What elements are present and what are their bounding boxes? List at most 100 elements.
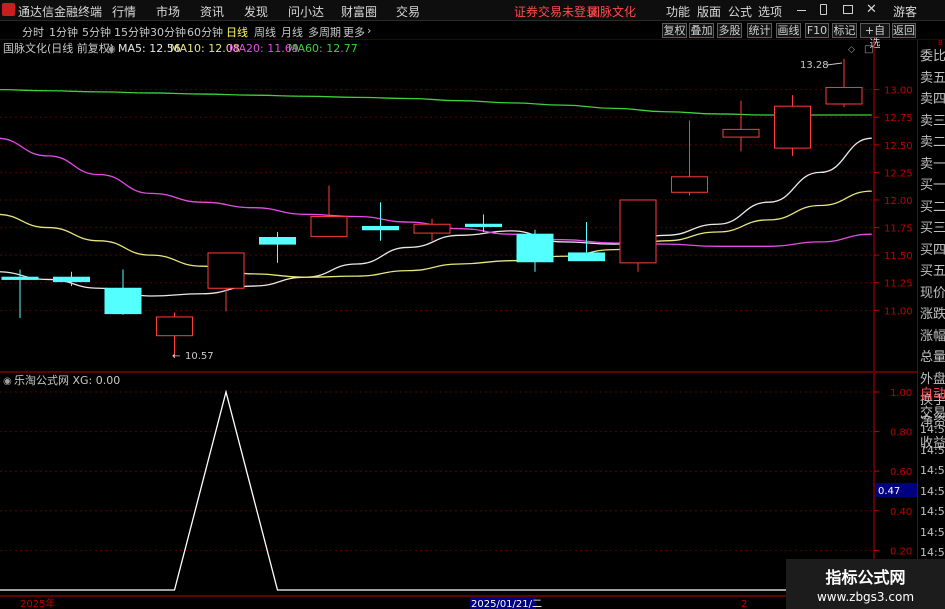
candle-body	[310, 216, 348, 237]
period-fenshi[interactable]: 分时	[22, 24, 44, 40]
main-chart-title: 国脉文化(日线 前复权)	[3, 41, 114, 55]
period-daily[interactable]: 日线	[226, 24, 248, 40]
candle	[722, 100, 760, 152]
period-60min[interactable]: 60分钟	[187, 24, 223, 40]
low-price-label: 10.57	[185, 351, 214, 362]
candle-body	[825, 86, 863, 105]
menu-caifuquan[interactable]: 财富圈	[341, 3, 377, 20]
tongji-button[interactable]: 统计	[747, 23, 772, 38]
menu-wenxiaoda[interactable]: 问小达	[288, 3, 324, 20]
add-watchlist-button[interactable]: +自选	[860, 23, 890, 50]
period-weekly[interactable]: 周线	[254, 24, 276, 40]
menu-jiaoyi[interactable]: 交易	[396, 3, 420, 20]
sub-y-labels: 1.00 0.80 0.60 0.40 0.20	[890, 388, 912, 557]
quote-field-1: 卖五	[920, 70, 945, 86]
quote-field-2: 卖四	[920, 92, 945, 107]
menu-gongneng[interactable]: 功能	[666, 3, 690, 20]
candle	[207, 252, 245, 312]
quote-field-21: 14:56	[920, 423, 945, 436]
main-y-tick-label: 11.75	[884, 224, 913, 235]
candle-body	[53, 276, 90, 283]
period-toolbar: 分时 1分钟 5分钟 15分钟 30分钟 60分钟 日线 周线 月线 多周期 更…	[0, 21, 945, 50]
biaoji-button[interactable]: 标记	[832, 23, 857, 38]
login-notice[interactable]: 证券交易未登录	[514, 3, 598, 20]
f10-button[interactable]: F10	[805, 23, 829, 38]
sub-y-tick-label: 0.40	[890, 507, 912, 518]
quote-field-27: 14:56	[920, 546, 945, 559]
stock-name-header: 国脉文化	[588, 5, 637, 19]
candle	[53, 271, 90, 287]
sub-chart-title: 乐淘公式网 XG: 0.00	[14, 374, 120, 387]
sub-title-toggle-icon[interactable]: ◉	[3, 376, 12, 387]
main-y-tick-label: 11.00	[884, 306, 913, 317]
diamond-icon[interactable]: ◇	[848, 45, 855, 55]
menu-banmian[interactable]: 版面	[697, 3, 721, 20]
menu-zixun[interactable]: 资讯	[200, 3, 224, 20]
candle-body	[207, 252, 245, 289]
candle-body	[259, 236, 296, 245]
diejia-button[interactable]: 叠加	[689, 23, 714, 38]
candle-body	[1, 276, 39, 280]
period-more[interactable]: 更多	[343, 24, 365, 40]
maximize-icon[interactable]	[843, 5, 853, 14]
duogu-button[interactable]: 多股	[717, 23, 742, 38]
expand-icon[interactable]: □	[864, 44, 873, 55]
main-y-tick-label: 12.50	[884, 141, 913, 152]
quote-field-19[interactable]: 自动	[920, 383, 945, 402]
phone-icon[interactable]	[820, 4, 827, 15]
sub-y-tick-label: 1.00	[890, 388, 912, 399]
cursor-date: 2025/01/21/二	[471, 599, 542, 609]
candle-body	[104, 287, 142, 315]
candle-body	[465, 223, 502, 227]
quote-field-7: 买二	[920, 199, 945, 215]
period-multi[interactable]: 多周期	[308, 24, 341, 40]
quote-field-4: 卖二	[920, 135, 945, 150]
minimize-icon[interactable]	[797, 10, 806, 11]
main-y-tick-label: 12.75	[884, 113, 913, 124]
period-15min[interactable]: 15分钟	[114, 24, 150, 40]
sub-y-tick-label: 0.80	[890, 428, 912, 439]
main-title-toggle-icon[interactable]: ◉	[107, 44, 116, 55]
main-y-tick-label: 12.25	[884, 168, 913, 179]
menu-faxian[interactable]: 发现	[244, 3, 268, 20]
huaxian-button[interactable]: 画线	[776, 23, 801, 38]
guest-label[interactable]: 游客	[893, 3, 917, 20]
main-y-tick-label: 12.00	[884, 196, 913, 207]
candle-body	[156, 316, 193, 337]
xg-signal-line	[0, 389, 874, 591]
quote-field-0: 委比	[920, 49, 945, 64]
candle	[825, 58, 863, 108]
close-icon[interactable]: ✕	[866, 2, 877, 17]
menu-gongshi[interactable]: 公式	[728, 3, 752, 20]
app-window: { "menubar": { "app_title": "通达信金融终端", "…	[0, 0, 945, 609]
quote-field-13: 涨幅	[920, 328, 945, 344]
candle-body	[362, 225, 399, 231]
period-30min[interactable]: 30分钟	[150, 24, 186, 40]
candle-body	[619, 199, 657, 264]
menu-shichang[interactable]: 市场	[156, 3, 180, 20]
period-5min[interactable]: 5分钟	[82, 24, 111, 40]
candle	[104, 269, 142, 315]
quote-field-8: 买三	[920, 221, 945, 236]
quote-field-3: 卖三	[920, 113, 945, 129]
quote-field-11: 现价	[920, 285, 945, 301]
ma-line-ma5	[0, 137, 872, 297]
back-button[interactable]: 返回	[892, 23, 916, 38]
more-chevron-icon[interactable]: ›	[367, 24, 371, 37]
candle	[671, 120, 708, 196]
period-1min[interactable]: 1分钟	[49, 24, 78, 40]
main-y-tick-label: 13.00	[884, 86, 913, 97]
menu-hangqing[interactable]: 行情	[112, 3, 136, 20]
quote-field-14: 总量	[920, 350, 945, 365]
quote-field-12: 涨跌	[920, 307, 945, 322]
candles	[1, 58, 863, 358]
quote-field-9: 买四	[920, 242, 945, 258]
chart-area[interactable]: 13.00 12.75 12.50 12.25 12.00 11.75 11.50 11.25…	[0, 40, 917, 609]
candle	[619, 199, 657, 272]
x-start-label: 2025年	[20, 597, 55, 609]
fuquan-button[interactable]: 复权	[662, 23, 687, 38]
period-monthly[interactable]: 月线	[281, 24, 303, 40]
watermark: 指标公式网 www.zbgs3.com	[786, 559, 945, 609]
candle	[310, 185, 348, 237]
menu-xuanxiang[interactable]: 选项	[758, 3, 782, 20]
